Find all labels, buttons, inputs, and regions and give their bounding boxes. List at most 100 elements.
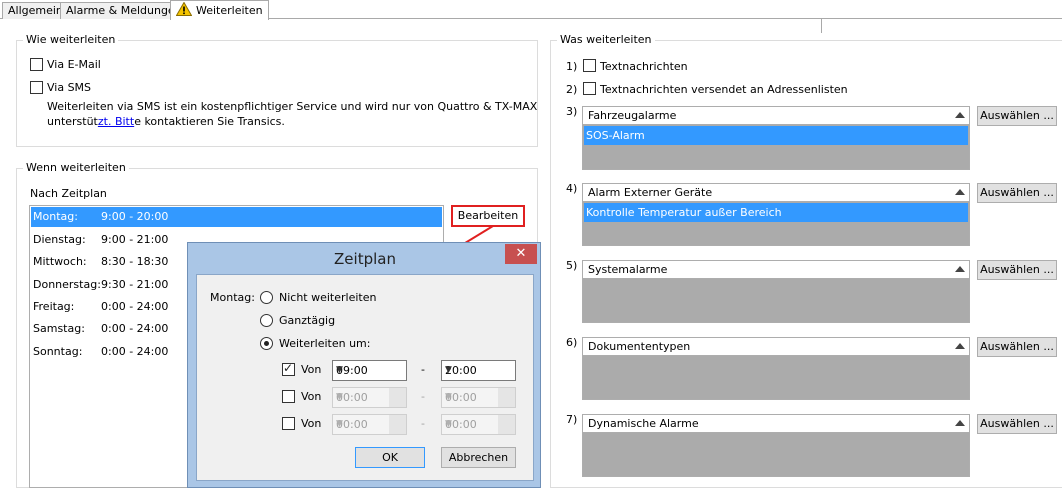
sort-up-icon	[955, 266, 965, 272]
sms-label: Via SMS	[47, 81, 92, 94]
select-button-fahrzeugalarme[interactable]: Auswählen ...	[977, 106, 1057, 126]
radio-forward-at[interactable]	[260, 337, 273, 350]
chevron-down-icon: ▼	[336, 365, 343, 375]
von-label: Von	[301, 363, 322, 376]
radio-no-forward-label: Nicht weiterleiten	[279, 291, 377, 304]
list-header-label: Systemalarme	[588, 263, 668, 276]
item-number: 7)	[566, 413, 578, 426]
dokumententypen-list[interactable]: Dokumententypen	[582, 337, 970, 400]
close-icon: ✕	[515, 246, 527, 261]
adressenlisten-checkbox[interactable]	[583, 82, 596, 95]
warning-icon	[176, 2, 192, 16]
sms-info-text-b: e kontaktieren Sie Transics.	[134, 115, 285, 128]
sort-up-icon	[955, 343, 965, 349]
list-header-label: Dokumententypen	[588, 340, 691, 353]
fahrzeugalarme-list[interactable]: Fahrzeugalarme SOS-Alarm	[582, 106, 970, 170]
tab-alarme-meldungen[interactable]: Alarme & Meldungen	[60, 2, 188, 19]
how-title: Wie weiterleiten	[23, 33, 119, 46]
textnachrichten-checkbox[interactable]	[583, 59, 596, 72]
range-dash: -	[421, 363, 425, 376]
chevron-down-icon: ▼	[336, 419, 343, 429]
sort-up-icon	[955, 112, 965, 118]
list-header[interactable]: Fahrzeugalarme	[583, 107, 969, 125]
externe-geraete-list[interactable]: Alarm Externer Geräte Kontrolle Temperat…	[582, 183, 970, 246]
list-header[interactable]: Dynamische Alarme	[583, 415, 969, 433]
schedule-time: 0:00 - 24:00	[101, 300, 169, 313]
radio-no-forward[interactable]	[260, 291, 273, 304]
to-time-select[interactable]: 20:00 ▼	[441, 360, 516, 381]
list-item-label: Kontrolle Temperatur außer Bereich	[586, 206, 782, 219]
list-header[interactable]: Dokumententypen	[583, 338, 969, 356]
sms-info-line2: unterstützt. Bitte kontaktieren Sie Tran…	[47, 115, 285, 128]
select-button-dokumententypen[interactable]: Auswählen ...	[977, 337, 1057, 357]
email-checkbox[interactable]	[30, 58, 43, 71]
sort-up-icon	[955, 420, 965, 426]
schedule-day: Donnerstag:	[33, 278, 101, 291]
contact-link[interactable]: zt. Bitt	[98, 115, 134, 128]
range-dash: -	[421, 417, 425, 430]
adressenlisten-label: Textnachrichten versendet an Adressenlis…	[600, 83, 848, 96]
schedule-day: Mittwoch:	[33, 255, 87, 268]
dialog-title: Zeitplan	[334, 250, 396, 268]
textnachrichten-label: Textnachrichten	[600, 60, 688, 73]
list-item[interactable]: Kontrolle Temperatur außer Bereich	[584, 203, 968, 222]
schedule-dialog: Zeitplan ✕ Montag: Nicht weiterleiten Ga…	[187, 242, 541, 488]
schedule-day: Freitag:	[33, 300, 75, 313]
systemalarme-list[interactable]: Systemalarme	[582, 260, 970, 323]
select-button-systemalarme[interactable]: Auswählen ...	[977, 260, 1057, 280]
day-label: Montag:	[210, 291, 255, 304]
to-time-select[interactable]: 00:00 ▼	[441, 387, 516, 408]
dynamische-alarme-list[interactable]: Dynamische Alarme	[582, 414, 970, 477]
chevron-down-icon: ▼	[336, 392, 343, 402]
radio-all-day[interactable]	[260, 314, 273, 327]
email-label: Via E-Mail	[47, 58, 101, 71]
radio-forward-at-label: Weiterleiten um:	[279, 337, 371, 350]
tab-weiterleiten[interactable]: Weiterleiten	[170, 0, 269, 20]
when-title: Wenn weiterleiten	[23, 161, 129, 174]
schedule-time: 8:30 - 18:30	[101, 255, 169, 268]
schedule-time: 9:00 - 21:00	[101, 233, 169, 246]
list-header[interactable]: Alarm Externer Geräte	[583, 184, 969, 202]
list-header-label: Fahrzeugalarme	[588, 109, 677, 122]
schedule-time: 0:00 - 24:00	[101, 322, 169, 335]
tab-strip: Allgemein Alarme & Meldungen Weiterleite…	[0, 0, 1062, 20]
von-label: Von	[301, 390, 322, 403]
schedule-day: Samstag:	[33, 322, 85, 335]
schedule-row[interactable]: Montag: 9:00 - 20:00	[31, 207, 442, 227]
sms-checkbox[interactable]	[30, 81, 43, 94]
schedule-day: Montag:	[33, 210, 78, 223]
chevron-down-icon: ▼	[445, 419, 452, 429]
sms-info-line1: Weiterleiten via SMS ist ein kostenpflic…	[47, 100, 538, 113]
list-item-label: SOS-Alarm	[586, 129, 645, 142]
item-number: 3)	[566, 105, 578, 118]
von-label: Von	[301, 417, 322, 430]
chevron-down-icon: ▼	[445, 365, 452, 375]
von-checkbox[interactable]	[282, 390, 295, 403]
item-number: 1)	[566, 60, 578, 73]
list-header[interactable]: Systemalarme	[583, 261, 969, 279]
from-time-select[interactable]: 00:00 ▼	[332, 414, 407, 435]
from-time-select[interactable]: 00:00 ▼	[332, 387, 407, 408]
von-checkbox[interactable]	[282, 361, 295, 376]
close-button[interactable]: ✕	[505, 244, 537, 264]
von-checkbox[interactable]	[282, 417, 295, 430]
schedule-day: Sonntag:	[33, 345, 83, 358]
select-button-externe-geraete[interactable]: Auswählen ...	[977, 183, 1057, 203]
item-number: 5)	[566, 259, 578, 272]
ok-button[interactable]: OK	[355, 447, 425, 468]
dialog-body: Montag: Nicht weiterleiten Ganztägig Wei…	[196, 274, 534, 481]
list-item[interactable]: SOS-Alarm	[584, 126, 968, 145]
schedule-subtitle: Nach Zeitplan	[30, 187, 107, 200]
range-dash: -	[421, 390, 425, 403]
how-group: Wie weiterleiten Via E-Mail Via SMS Weit…	[16, 33, 538, 147]
schedule-time: 9:00 - 20:00	[101, 210, 169, 223]
splitter	[821, 19, 822, 33]
item-number: 6)	[566, 336, 578, 349]
item-number: 2)	[566, 83, 578, 96]
tab-allgemein[interactable]: Allgemein	[2, 2, 69, 19]
cancel-button[interactable]: Abbrechen	[441, 447, 516, 468]
to-time-select[interactable]: 00:00 ▼	[441, 414, 516, 435]
select-button-dynamische-alarme[interactable]: Auswählen ...	[977, 414, 1057, 434]
from-time-select[interactable]: 09:00 ▼	[332, 360, 407, 381]
schedule-time: 9:30 - 21:00	[101, 278, 169, 291]
